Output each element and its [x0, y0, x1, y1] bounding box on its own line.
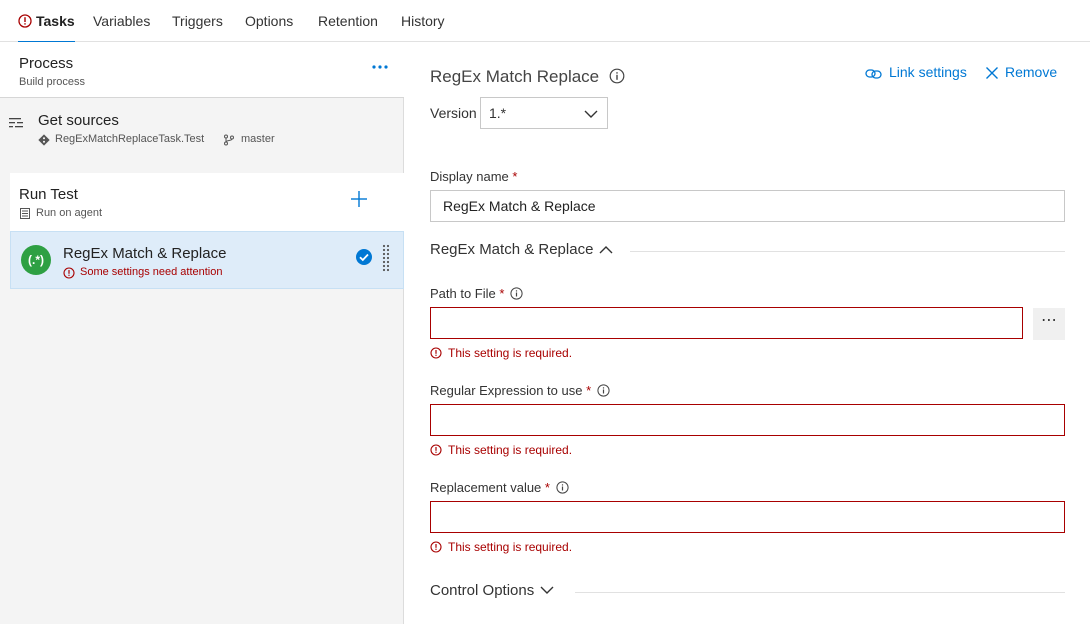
- version-value: 1.*: [489, 105, 507, 121]
- add-task-button[interactable]: [350, 190, 368, 213]
- info-icon[interactable]: [597, 384, 610, 397]
- version-select[interactable]: 1.*: [480, 97, 608, 129]
- browse-button[interactable]: ⋯: [1033, 308, 1065, 340]
- plus-icon: [351, 191, 367, 207]
- chevron-down-icon: [584, 110, 598, 118]
- label-text: Path to File: [430, 286, 496, 301]
- tab-label: Options: [245, 13, 294, 29]
- control-options-header[interactable]: Control Options: [430, 582, 1065, 602]
- git-repo-icon: [38, 134, 50, 146]
- tab-label: Tasks: [36, 13, 75, 29]
- tab-tasks[interactable]: Tasks: [18, 13, 75, 43]
- link-icon: [865, 69, 882, 79]
- remove-label: Remove: [1005, 64, 1058, 80]
- error-text: This setting is required.: [448, 346, 573, 360]
- drag-handle-icon[interactable]: [382, 244, 390, 274]
- replacement-value-input[interactable]: [430, 501, 1065, 533]
- regex-section-header[interactable]: RegEx Match & Replace: [430, 241, 1065, 261]
- section-title-text: Control Options: [430, 582, 535, 599]
- required-marker: *: [586, 383, 592, 398]
- path-error-message: This setting is required.: [430, 346, 572, 360]
- label-text: Regular Expression to use: [430, 383, 583, 398]
- repository-name: RegExMatchReplaceTask.Test: [55, 133, 205, 145]
- error-icon: [18, 14, 32, 28]
- branch-icon: [224, 134, 234, 146]
- tab-label: Retention: [318, 13, 378, 29]
- more-options-button[interactable]: [370, 56, 390, 76]
- tab-options[interactable]: Options: [245, 13, 293, 42]
- link-settings-label: Link settings: [889, 64, 967, 80]
- error-icon: [430, 347, 442, 359]
- task-logo-icon: (.*): [21, 245, 51, 275]
- regex-input[interactable]: [430, 404, 1065, 436]
- task-warning: Some settings need attention: [80, 266, 223, 278]
- section-title: RegEx Match & Replace: [430, 241, 614, 258]
- label-text: Replacement value: [430, 480, 542, 495]
- replacement-error-message: This setting is required.: [430, 540, 572, 554]
- regex-error-message: This setting is required.: [430, 443, 572, 457]
- version-label: Version: [430, 105, 477, 121]
- error-icon: [430, 444, 442, 456]
- remove-button[interactable]: Remove: [985, 64, 1057, 80]
- section-divider: [630, 251, 1065, 252]
- error-text: This setting is required.: [448, 540, 573, 554]
- tab-history[interactable]: History: [401, 13, 445, 42]
- tab-label: Triggers: [172, 13, 223, 29]
- display-name-label: Display name *: [430, 169, 517, 184]
- info-icon[interactable]: [510, 287, 524, 300]
- job-title: Run Test: [19, 186, 78, 203]
- close-icon: [986, 67, 998, 79]
- path-to-file-input[interactable]: [430, 307, 1023, 339]
- process-header[interactable]: Process Build process: [0, 42, 404, 98]
- tab-label: History: [401, 13, 445, 29]
- tab-variables[interactable]: Variables: [93, 13, 150, 42]
- required-marker: *: [512, 169, 518, 184]
- task-detail-title: RegEx Match Replace: [430, 67, 600, 86]
- branch-name: master: [241, 133, 275, 145]
- chevron-down-icon: [540, 586, 554, 594]
- required-marker: *: [499, 286, 505, 301]
- enabled-check-icon[interactable]: [355, 248, 373, 266]
- process-subtitle: Build process: [19, 76, 86, 88]
- tab-label: Variables: [93, 13, 151, 29]
- error-text: This setting is required.: [448, 443, 573, 457]
- chevron-up-icon: [599, 246, 613, 254]
- sources-list-icon: [9, 118, 23, 128]
- error-icon: [430, 541, 442, 553]
- task-details-panel: RegEx Match Replace Link settings Remove…: [405, 42, 1090, 624]
- path-to-file-label: Path to File *: [430, 286, 524, 301]
- section-title: Control Options: [430, 582, 555, 599]
- task-item-regex-match-replace[interactable]: (.*) RegEx Match & Replace Some settings…: [10, 231, 404, 289]
- section-divider: [575, 592, 1065, 593]
- pipeline-panel: Process Build process Get sources RegExM…: [0, 42, 404, 624]
- task-title: RegEx Match & Replace: [63, 245, 227, 262]
- section-title-text: RegEx Match & Replace: [430, 241, 594, 258]
- warning-icon: [63, 267, 75, 279]
- job-subtitle: Run on agent: [36, 207, 103, 219]
- display-name-input[interactable]: [430, 190, 1065, 222]
- get-sources-item[interactable]: Get sources RegExMatchReplaceTask.Test m…: [0, 99, 404, 157]
- info-icon[interactable]: [609, 68, 625, 84]
- replacement-value-label: Replacement value *: [430, 480, 569, 495]
- agent-icon: [20, 208, 30, 219]
- tab-retention[interactable]: Retention: [318, 13, 378, 42]
- info-icon[interactable]: [556, 481, 569, 494]
- ellipsis-icon: [372, 65, 388, 69]
- get-sources-title: Get sources: [38, 112, 119, 129]
- required-marker: *: [544, 480, 550, 495]
- label-text: Display name: [430, 169, 509, 184]
- link-settings-button[interactable]: Link settings: [865, 64, 967, 80]
- agent-job-run-test[interactable]: Run Test Run on agent: [10, 173, 404, 231]
- tab-bar: Tasks Variables Triggers Options Retenti…: [0, 0, 1090, 43]
- regex-label: Regular Expression to use *: [430, 383, 610, 398]
- tab-triggers[interactable]: Triggers: [172, 13, 223, 42]
- process-title: Process: [19, 55, 74, 72]
